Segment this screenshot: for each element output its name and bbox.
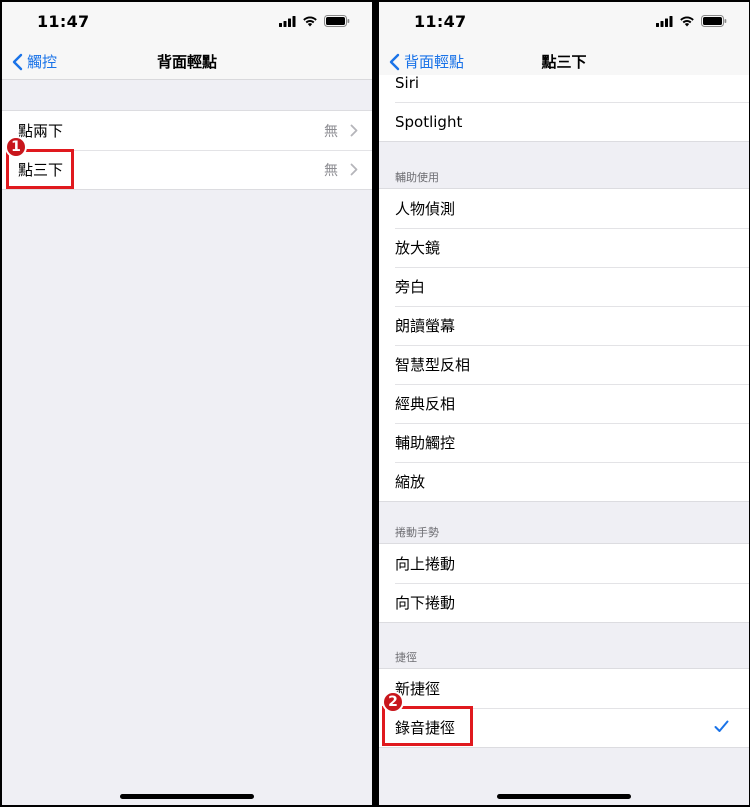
row-label: 智慧型反相 [395,356,471,374]
section-header: 輔助使用 [395,171,439,184]
row-label: Spotlight [395,112,463,131]
list-item[interactable]: 智慧型反相 [379,345,749,384]
list-item[interactable]: Spotlight [379,102,749,141]
left-screen: 11:47 觸控 背面輕點 點兩下 無 點三下 無 1 [2,2,372,805]
list-item[interactable]: 放大鏡 [379,228,749,267]
status-bar: 11:47 [2,2,372,42]
page-title: 點三下 [541,53,587,71]
page-title: 背面輕點 [156,53,217,71]
status-time: 11:47 [37,12,90,31]
list-item[interactable]: 新捷徑 [379,669,749,708]
list-item[interactable]: 經典反相 [379,384,749,423]
row-label: 放大鏡 [395,239,441,257]
row-label: Siri [395,73,420,92]
cellular-signal-icon [656,15,673,27]
list-item[interactable]: 朗讀螢幕 [379,306,749,345]
chevron-right-icon [350,124,358,137]
battery-icon [324,15,350,27]
list-item[interactable]: 向上捲動 [379,544,749,583]
right-screen: Siri Spotlight 輔助使用 人物偵測 放大鏡 旁白 朗讀螢幕 智慧型… [379,2,749,805]
scroll-gestures-list: 向上捲動 向下捲動 [379,543,749,623]
cellular-signal-icon [279,15,296,27]
home-indicator[interactable] [497,794,631,799]
list-item[interactable]: 向下捲動 [379,583,749,622]
list-item[interactable]: 人物偵測 [379,189,749,228]
wifi-icon [680,16,694,27]
list-item[interactable]: 旁白 [379,267,749,306]
step-badge: 2 [382,691,404,713]
row-label: 人物偵測 [395,200,456,218]
row-value: 無 [324,162,338,179]
navigation-bar: 背面輕點 點三下 [379,42,749,75]
chevron-right-icon [350,163,358,176]
status-time: 11:47 [414,12,467,31]
row-label: 向下捲動 [395,594,456,612]
row-label: 點兩下 [18,122,64,140]
section-header: 捲動手勢 [395,526,439,539]
navigation-bar: 觸控 背面輕點 [2,42,372,80]
home-indicator[interactable] [120,794,254,799]
row-label: 旁白 [395,278,426,296]
checkmark-icon [714,720,729,732]
row-label: 輔助觸控 [395,434,456,452]
status-bar: 11:47 [379,2,749,42]
row-label: 朗讀螢幕 [395,317,456,335]
row-label: 向上捲動 [395,555,456,573]
step-badge: 1 [5,136,27,158]
section-header: 捷徑 [395,651,417,664]
battery-icon [701,15,727,27]
accessibility-list: 人物偵測 放大鏡 旁白 朗讀螢幕 智慧型反相 經典反相 輔助觸控 縮放 [379,188,749,502]
row-label: 經典反相 [395,395,456,413]
list-item[interactable]: 縮放 [379,462,749,501]
row-label: 縮放 [395,473,426,491]
wifi-icon [303,16,317,27]
list-item[interactable]: 輔助觸控 [379,423,749,462]
row-value: 無 [324,123,338,140]
double-tap-row[interactable]: 點兩下 無 [2,111,372,150]
